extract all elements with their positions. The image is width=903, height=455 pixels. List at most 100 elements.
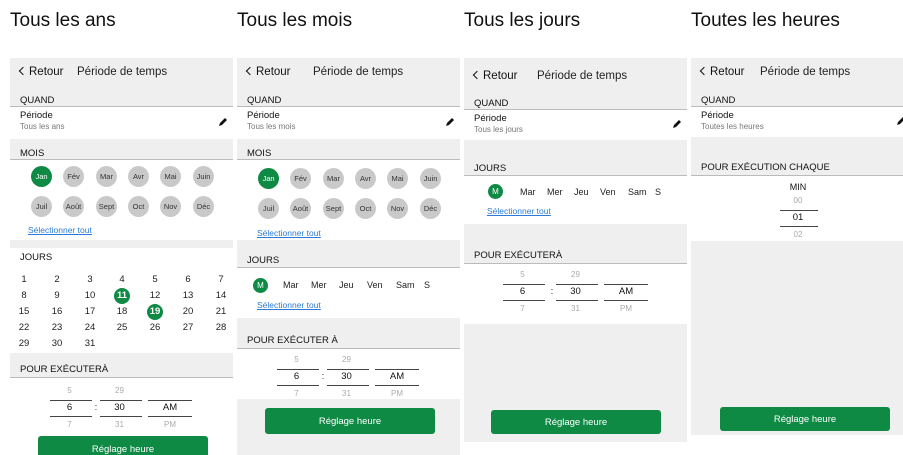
month-jan[interactable]: Jan [31,166,52,187]
day-22[interactable]: 22 [16,320,32,336]
month-mar[interactable]: Mar [323,168,344,189]
select-all-link[interactable]: Sélectionner tout [257,300,321,310]
day-13[interactable]: 13 [180,288,196,304]
period-row[interactable]: Période Tous les mois [237,107,460,139]
month-sep[interactable]: Sept [323,198,344,219]
hour-picker[interactable]: 5 6 7 [279,355,314,399]
weekday-sat[interactable]: Sam [396,280,415,290]
period-row[interactable]: Période Tous les jours [464,110,687,140]
day-24[interactable]: 24 [82,320,98,336]
day-30[interactable]: 30 [49,336,65,352]
minute-picker[interactable]: 29 30 31 [102,386,137,430]
day-19[interactable]: 19 [147,304,163,320]
pencil-icon[interactable] [218,117,228,127]
month-jan[interactable]: Jan [258,168,279,189]
weekday-wed[interactable]: Mer [547,187,563,197]
day-16[interactable]: 16 [49,304,65,320]
weekday-thu[interactable]: Jeu [339,280,354,290]
day-17[interactable]: 17 [82,304,98,320]
back-button[interactable]: Retour [18,66,64,78]
period-row[interactable]: Période Tous les ans [10,107,233,139]
month-mar[interactable]: Mar [96,166,117,187]
month-nov[interactable]: Nov [387,198,408,219]
ampm-picker[interactable]: AM PM [150,386,190,430]
back-label: Retour [483,70,518,82]
month-dec[interactable]: Déc [193,196,214,217]
weekday-thu[interactable]: Jeu [574,187,589,197]
set-time-button[interactable]: Réglage heure [491,410,661,434]
pencil-icon[interactable] [896,116,903,126]
month-jul[interactable]: Juil [258,198,279,219]
pencil-icon[interactable] [672,119,682,129]
day-8[interactable]: 8 [16,288,32,304]
set-time-button[interactable]: Réglage heure [265,408,435,434]
weekday-sun[interactable]: S [655,187,661,197]
month-feb[interactable]: Fév [63,166,84,187]
weekday-mon[interactable]: M [488,184,503,199]
month-jun[interactable]: Juin [420,168,441,189]
month-aug[interactable]: Août [63,196,84,217]
month-dec[interactable]: Déc [420,198,441,219]
day-1[interactable]: 1 [16,272,32,288]
day-5[interactable]: 5 [147,272,163,288]
select-all-link[interactable]: Sélectionner tout [257,228,321,238]
weekday-mon[interactable]: M [253,278,268,293]
day-14[interactable]: 14 [213,288,229,304]
pencil-icon[interactable] [445,117,455,127]
weekday-tue[interactable]: Mar [283,280,299,290]
day-4[interactable]: 4 [114,272,130,288]
day-18[interactable]: 18 [114,304,130,320]
hour-picker[interactable]: 5 6 7 [505,270,540,314]
set-time-button[interactable]: Réglage heure [720,407,890,431]
period-row[interactable]: Période Toutes les heures [691,107,903,137]
min-picker[interactable]: 00 01 02 [778,196,818,240]
weekday-sun[interactable]: S [424,280,430,290]
hour-picker[interactable]: 5 6 7 [52,386,87,430]
ampm-picker[interactable]: AM PM [377,355,417,399]
weekday-tue[interactable]: Mar [520,187,536,197]
minute-picker[interactable]: 29 30 31 [329,355,364,399]
day-25[interactable]: 25 [114,320,130,336]
month-sep[interactable]: Sept [96,196,117,217]
weekday-fri[interactable]: Ven [367,280,383,290]
day-10[interactable]: 10 [82,288,98,304]
month-apr[interactable]: Avr [355,168,376,189]
day-12[interactable]: 12 [147,288,163,304]
day-20[interactable]: 20 [180,304,196,320]
day-15[interactable]: 15 [16,304,32,320]
weekday-fri[interactable]: Ven [600,187,616,197]
day-9[interactable]: 9 [49,288,65,304]
day-26[interactable]: 26 [147,320,163,336]
month-jul[interactable]: Juil [31,196,52,217]
day-31[interactable]: 31 [82,336,98,352]
back-button[interactable]: Retour [699,66,745,78]
month-oct[interactable]: Oct [128,196,149,217]
minute-picker[interactable]: 29 30 31 [558,270,593,314]
day-6[interactable]: 6 [180,272,196,288]
day-3[interactable]: 3 [82,272,98,288]
day-28[interactable]: 28 [213,320,229,336]
ampm-picker[interactable]: AM PM [606,270,646,314]
day-21[interactable]: 21 [213,304,229,320]
month-may[interactable]: Mai [160,166,181,187]
day-23[interactable]: 23 [49,320,65,336]
month-jun[interactable]: Juin [193,166,214,187]
weekday-wed[interactable]: Mer [311,280,327,290]
set-time-button[interactable]: Réglage heure [38,436,208,455]
month-feb[interactable]: Fév [290,168,311,189]
day-29[interactable]: 29 [16,336,32,352]
month-nov[interactable]: Nov [160,196,181,217]
back-button[interactable]: Retour [245,66,291,78]
month-apr[interactable]: Avr [128,166,149,187]
day-2[interactable]: 2 [49,272,65,288]
month-may[interactable]: Mai [387,168,408,189]
back-button[interactable]: Retour [472,70,518,82]
day-7[interactable]: 7 [213,272,229,288]
day-27[interactable]: 27 [180,320,196,336]
month-oct[interactable]: Oct [355,198,376,219]
weekday-sat[interactable]: Sam [628,187,647,197]
select-all-link[interactable]: Sélectionner tout [28,225,92,235]
month-aug[interactable]: Août [290,198,311,219]
day-11[interactable]: 11 [114,288,130,304]
select-all-link[interactable]: Sélectionner tout [487,206,551,216]
